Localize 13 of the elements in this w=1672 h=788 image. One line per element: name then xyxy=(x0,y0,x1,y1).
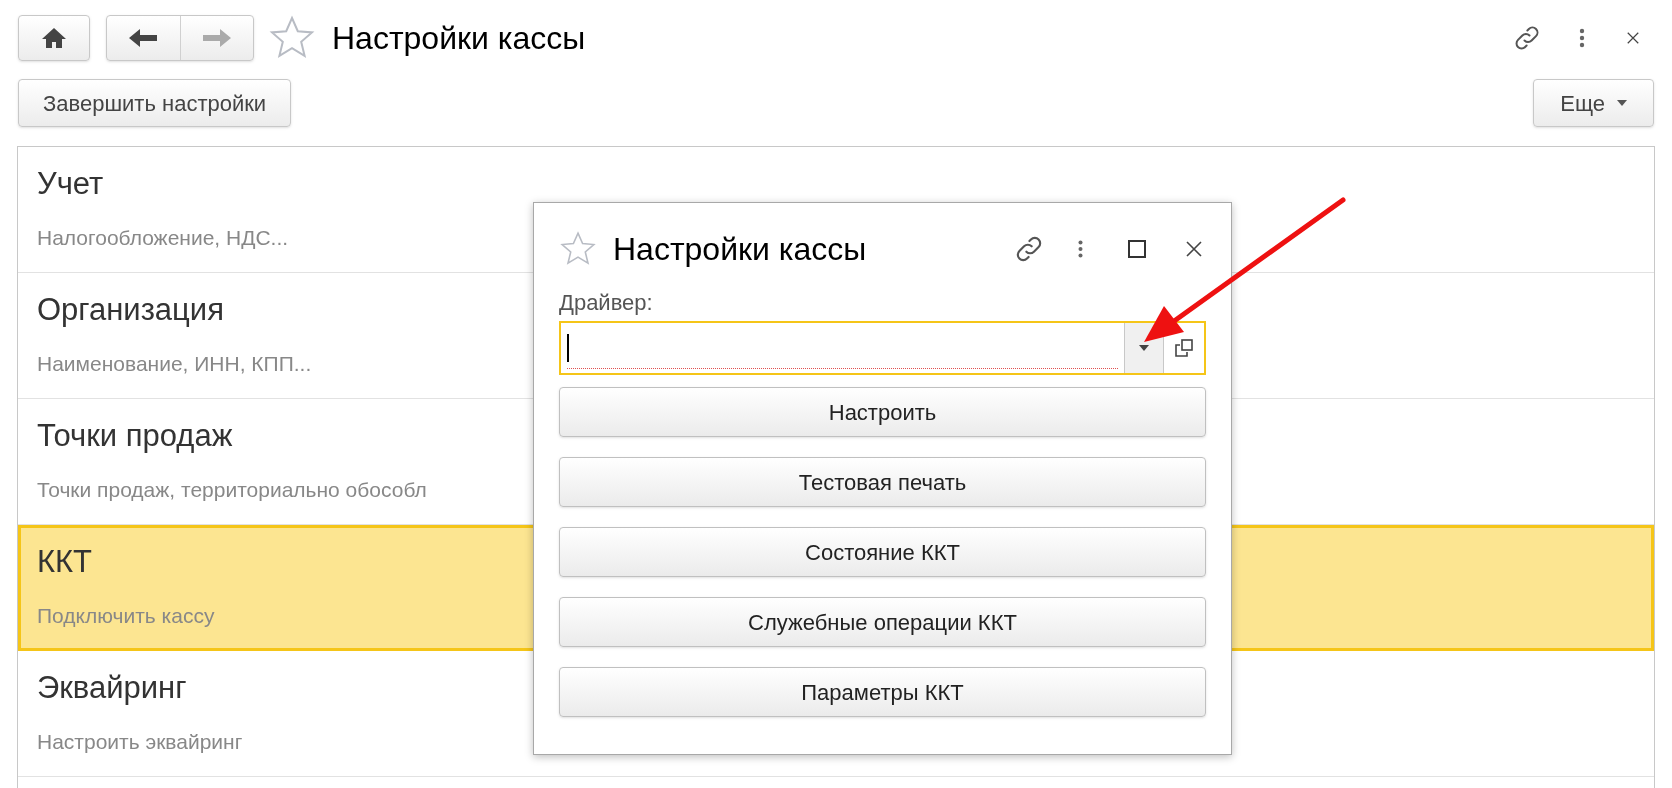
dialog-title: Настройки кассы xyxy=(613,230,867,269)
section-subtitle: Настроить эквайринг xyxy=(37,729,243,755)
section-subtitle: Точки продаж, территориально обособл xyxy=(37,477,427,503)
section-subtitle: Подключить кассу xyxy=(37,603,215,629)
section-subtitle: Наименование, ИНН, КПП... xyxy=(37,351,312,377)
window-title: Настройки кассы xyxy=(332,19,586,58)
section-title: Эквайринг xyxy=(37,669,187,707)
section-title: Учет xyxy=(37,165,104,203)
field-label: Драйвер: xyxy=(559,289,654,317)
section-title: Точки продаж xyxy=(37,417,233,455)
section-title: ККТ xyxy=(37,543,93,581)
section-title: Организация xyxy=(37,291,224,329)
section-subtitle: Налогообложение, НДС... xyxy=(37,225,289,251)
